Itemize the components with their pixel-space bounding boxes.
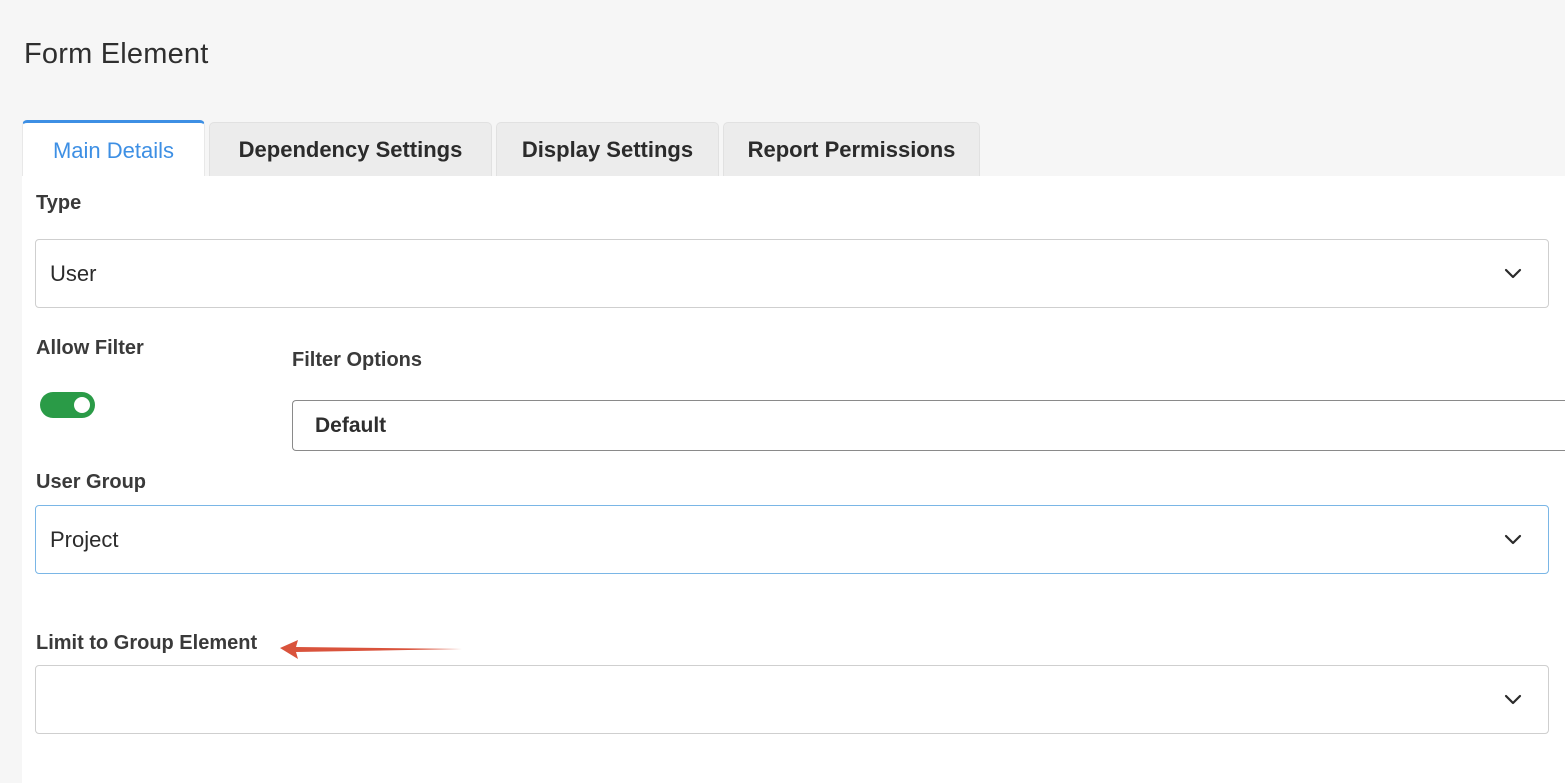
user-group-select[interactable]: Project [35, 505, 1549, 574]
type-select-value: User [50, 260, 97, 286]
tab-dependency-settings[interactable]: Dependency Settings [209, 122, 492, 176]
user-group-select-value: Project [50, 526, 119, 552]
limit-to-group-element-select[interactable] [35, 665, 1549, 734]
type-label: Type [36, 192, 82, 214]
tab-display-settings[interactable]: Display Settings [496, 122, 719, 176]
allow-filter-toggle[interactable] [40, 392, 95, 418]
user-group-label: User Group [36, 471, 147, 493]
tab-main-details[interactable]: Main Details [22, 120, 205, 176]
tab-bar: Main Details Dependency Settings Display… [22, 120, 984, 176]
filter-options-label: Filter Options [292, 349, 422, 371]
type-select[interactable]: User [35, 239, 1549, 308]
allow-filter-label: Allow Filter [36, 337, 144, 359]
red-arrow-icon [280, 640, 462, 659]
chevron-down-icon [1504, 534, 1522, 544]
filter-options-field[interactable]: Default [292, 400, 1565, 451]
toggle-knob [74, 397, 90, 413]
main-details-panel: Type User Allow Filter Filter Options De… [22, 176, 1565, 783]
filter-options-value: Default [315, 413, 387, 437]
limit-to-group-element-label: Limit to Group Element [36, 632, 258, 654]
chevron-down-icon [1504, 268, 1522, 278]
page-title: Form Element [24, 38, 209, 70]
tab-report-permissions[interactable]: Report Permissions [723, 122, 980, 176]
chevron-down-icon [1504, 694, 1522, 704]
